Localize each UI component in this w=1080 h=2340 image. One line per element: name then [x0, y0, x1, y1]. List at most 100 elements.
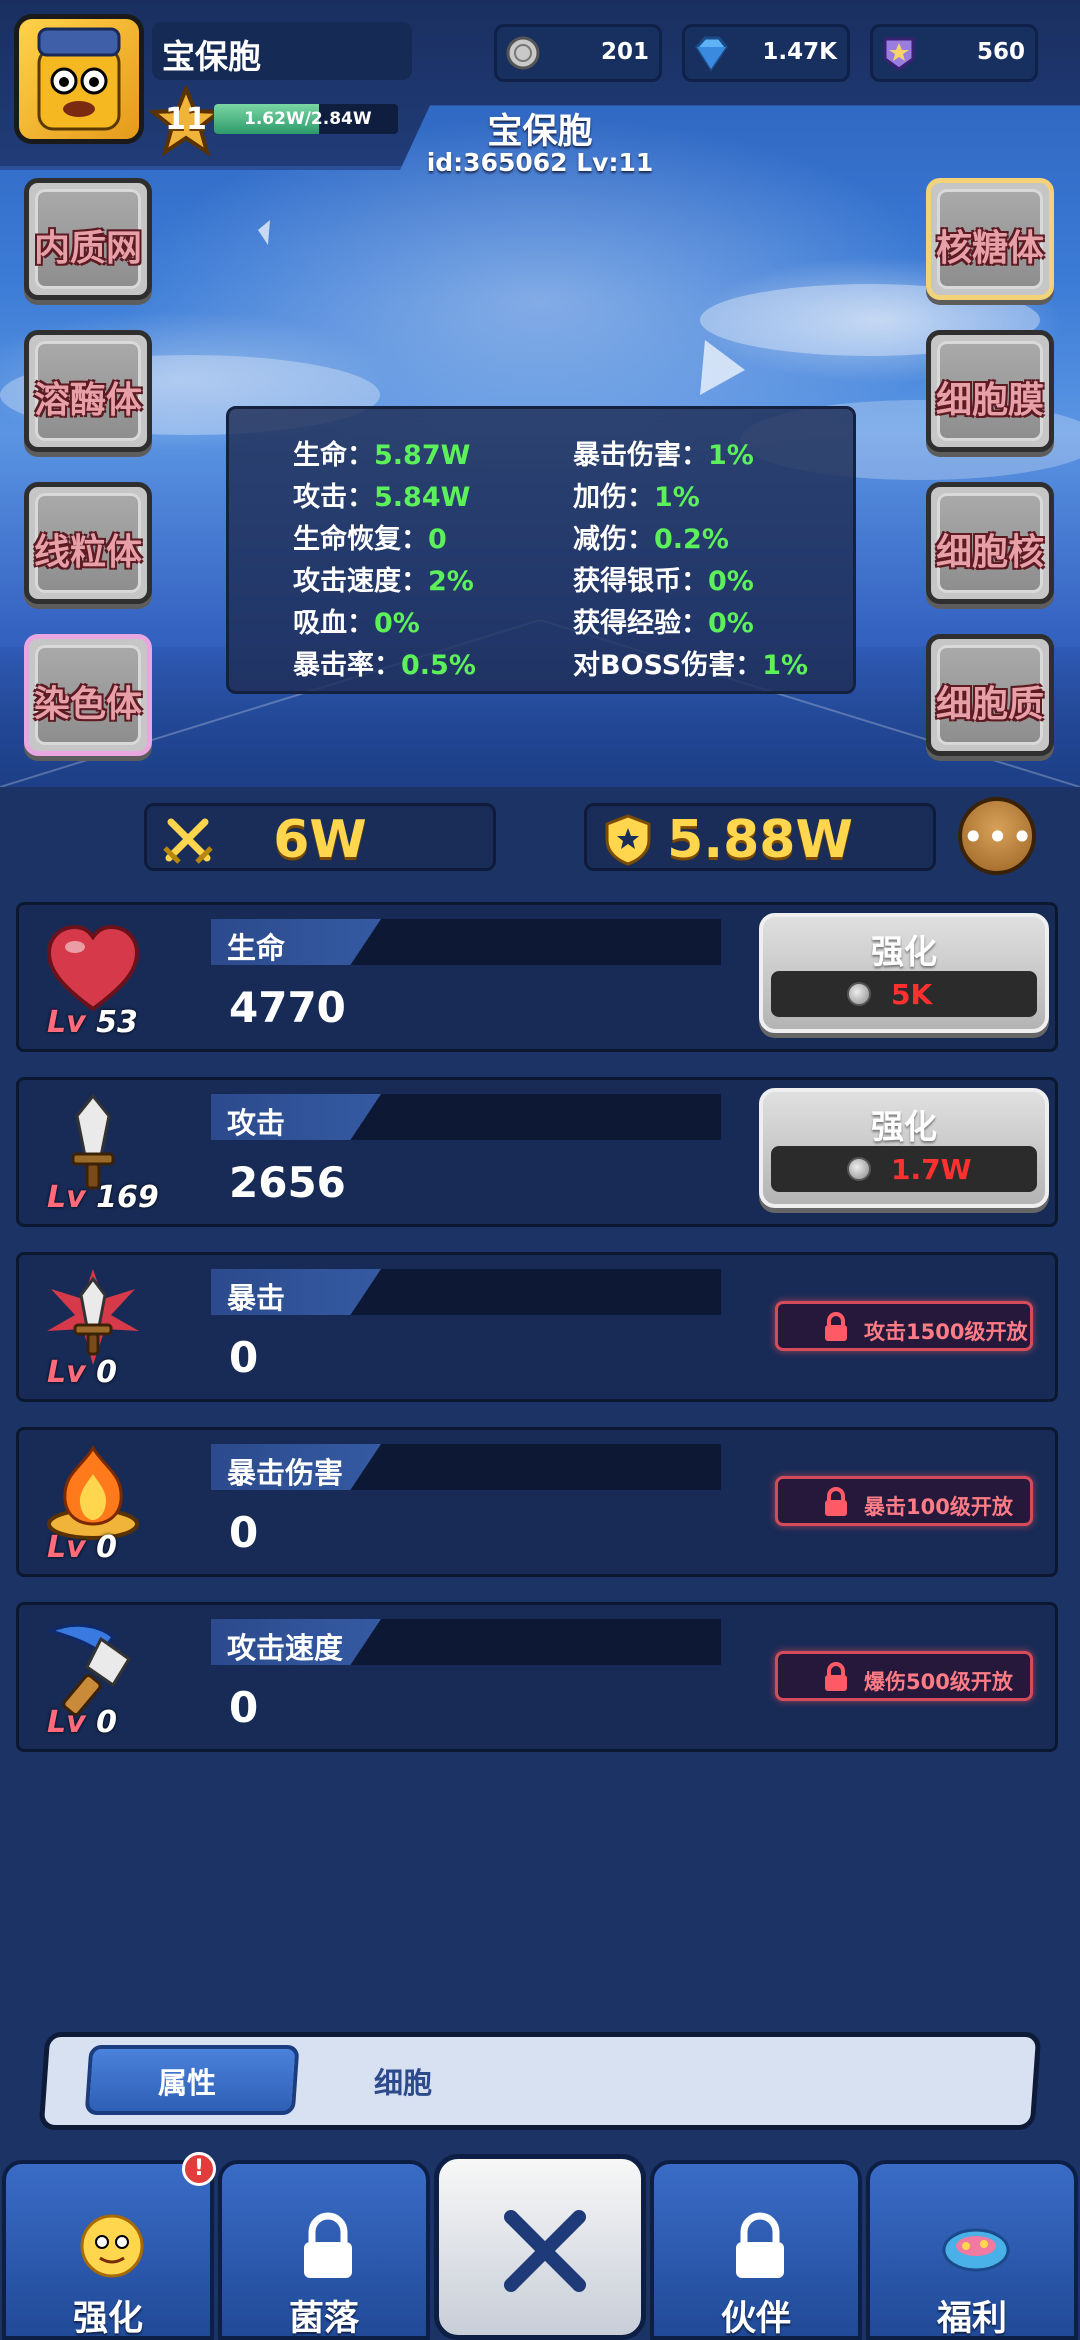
- stat-hp: 生命：5.87W: [293, 440, 471, 471]
- silver-coin-icon: [847, 1157, 871, 1181]
- locked-button[interactable]: 爆伤500级开放: [775, 1651, 1033, 1701]
- notification-badge: !: [182, 2152, 216, 2186]
- upgrade-level: 0: [96, 1355, 117, 1390]
- locked-button[interactable]: 暴击100级开放: [775, 1476, 1033, 1526]
- close-icon: [504, 2210, 586, 2292]
- lock-icon: [825, 1662, 847, 1691]
- lock-text: 暴击100级开放: [864, 1495, 1013, 1519]
- stat-crit-damage: 暴击伤害：1%: [573, 440, 754, 471]
- enhance-cost: 5K: [891, 978, 933, 1011]
- upgrade-name: 攻击: [227, 1106, 286, 1140]
- stat-exp-gain: 获得经验：0%: [573, 608, 754, 639]
- upgrade-row-crit-damage: Lv 0 暴击伤害 0 暴击100级开放: [16, 1427, 1058, 1577]
- attack-power-value: 6W: [273, 810, 367, 870]
- heart-icon: [46, 924, 140, 1012]
- upgrade-row-attack: Lv 169 攻击 2656 强化 1.7W: [16, 1077, 1058, 1227]
- organelle-cytoplasm-button[interactable]: 细胞质: [926, 634, 1054, 756]
- organelle-nucleus-button[interactable]: 细胞核: [926, 482, 1054, 604]
- upgrade-value: 4770: [229, 983, 346, 1032]
- enhance-cost: 1.7W: [891, 1153, 972, 1186]
- lock-icon: [736, 2212, 784, 2278]
- nav-colony[interactable]: 菌落: [218, 2160, 430, 2340]
- currency-badge-value: 560: [976, 39, 1025, 65]
- organelle-mitochondria-button[interactable]: 线粒体: [24, 482, 152, 604]
- enhance-button[interactable]: 强化 1.7W: [759, 1088, 1049, 1208]
- stat-hp-regen: 生命恢复：0: [293, 524, 447, 555]
- level-star-badge: 11: [147, 83, 225, 158]
- upgrade-row-hp: Lv 53 生命 4770 强化 5K: [16, 902, 1058, 1052]
- upgrade-name: 暴击伤害: [227, 1456, 344, 1490]
- nav-enhance-label: 强化: [72, 2299, 143, 2339]
- crit-sword-icon: [47, 1269, 139, 1365]
- attack-power-pill: 6W: [144, 803, 496, 871]
- organelle-chromosome-button[interactable]: 染色体: [24, 634, 152, 756]
- lock-icon: [304, 2212, 352, 2278]
- player-name: 宝保胞: [162, 37, 261, 76]
- organelle-ribosome-button[interactable]: 核糖体: [926, 178, 1054, 300]
- defense-power-value: 5.88W: [667, 810, 853, 870]
- sword-icon: [71, 1094, 115, 1190]
- organelle-er-button[interactable]: 内质网: [24, 178, 152, 300]
- stat-damage-bonus: 加伤：1%: [573, 482, 700, 513]
- upgrade-value: 0: [229, 1333, 259, 1382]
- more-options-button[interactable]: •••: [958, 797, 1036, 875]
- gift-icon: [942, 2228, 1010, 2272]
- fire-icon: [47, 1445, 139, 1540]
- nav-enhance[interactable]: 强化: [2, 2160, 214, 2340]
- upgrade-name: 攻击速度: [227, 1631, 344, 1665]
- player-name-box[interactable]: 宝保胞: [152, 22, 412, 80]
- upgrade-row-crit: Lv 0 暴击 0 攻击1500级开放: [16, 1252, 1058, 1402]
- currency-silver-value: 201: [600, 39, 649, 65]
- avatar-character-icon: [37, 27, 121, 131]
- nav-colony-label: 菌落: [288, 2299, 359, 2339]
- upgrade-row-attack-speed: Lv 0 攻击速度 0 爆伤500级开放: [16, 1602, 1058, 1752]
- upgrade-value: 2656: [229, 1158, 346, 1207]
- silver-coin-icon: [506, 36, 540, 70]
- upgrade-value: 0: [229, 1683, 259, 1732]
- lock-icon: [825, 1312, 847, 1341]
- upgrade-level: 0: [96, 1705, 117, 1740]
- stat-attack-speed: 攻击速度：2%: [293, 566, 474, 597]
- nav-partner-label: 伙伴: [720, 2299, 791, 2339]
- diamond-icon: [695, 36, 728, 72]
- stat-damage-reduction: 减伤：0.2%: [573, 524, 729, 555]
- player-avatar[interactable]: [14, 14, 144, 144]
- organelle-membrane-button[interactable]: 细胞膜: [926, 330, 1054, 452]
- nav-welfare-label: 福利: [936, 2299, 1007, 2339]
- player-level: 11: [165, 102, 207, 137]
- currency-badge[interactable]: 560: [870, 24, 1038, 82]
- currency-diamond-value: 1.47K: [762, 39, 837, 65]
- exp-text: 1.62W/2.84W: [244, 109, 372, 129]
- lock-icon: [825, 1487, 847, 1516]
- currency-silver[interactable]: 201: [494, 24, 662, 82]
- upgrade-level: 53: [96, 1005, 138, 1040]
- tab-cells-label[interactable]: 细胞: [374, 2060, 432, 2102]
- exp-bar: 1.62W/2.84W: [214, 104, 398, 134]
- enhance-button[interactable]: 强化 5K: [759, 913, 1049, 1033]
- stats-panel: 生命：5.87W 攻击：5.84W 生命恢复：0 攻击速度：2% 吸血：0% 暴…: [226, 406, 856, 694]
- upgrade-level: 169: [96, 1180, 159, 1215]
- more-dots-icon: •••: [962, 815, 1036, 859]
- locked-button[interactable]: 攻击1500级开放: [775, 1301, 1033, 1351]
- currency-diamond[interactable]: 1.47K: [682, 24, 850, 82]
- tab-attributes-label[interactable]: 属性: [158, 2060, 216, 2102]
- nav-close-button[interactable]: [434, 2154, 646, 2340]
- upgrade-name: 暴击: [227, 1281, 286, 1315]
- stat-attack: 攻击：5.84W: [293, 482, 471, 513]
- axe-icon: [46, 1623, 132, 1716]
- nav-welfare[interactable]: 福利: [866, 2160, 1078, 2340]
- stat-boss-damage: 对BOSS伤害：1%: [573, 650, 809, 681]
- upgrade-name: 生命: [227, 931, 286, 965]
- center-player-id: id:365062 Lv:11: [426, 148, 654, 177]
- silver-coin-icon: [847, 982, 871, 1006]
- organelle-lysosome-button[interactable]: 溶酶体: [24, 330, 152, 452]
- upgrade-level: 0: [96, 1530, 117, 1565]
- upgrade-value: 0: [229, 1508, 259, 1557]
- lock-text: 爆伤500级开放: [864, 1670, 1013, 1694]
- center-player-name: 宝保胞: [487, 112, 593, 152]
- defense-power-pill: 5.88W: [584, 803, 936, 871]
- lock-text: 攻击1500级开放: [864, 1320, 1028, 1344]
- stat-crit-rate: 暴击率：0.5%: [293, 650, 476, 681]
- stat-silver-gain: 获得银币：0%: [573, 566, 754, 597]
- nav-partner[interactable]: 伙伴: [650, 2160, 862, 2340]
